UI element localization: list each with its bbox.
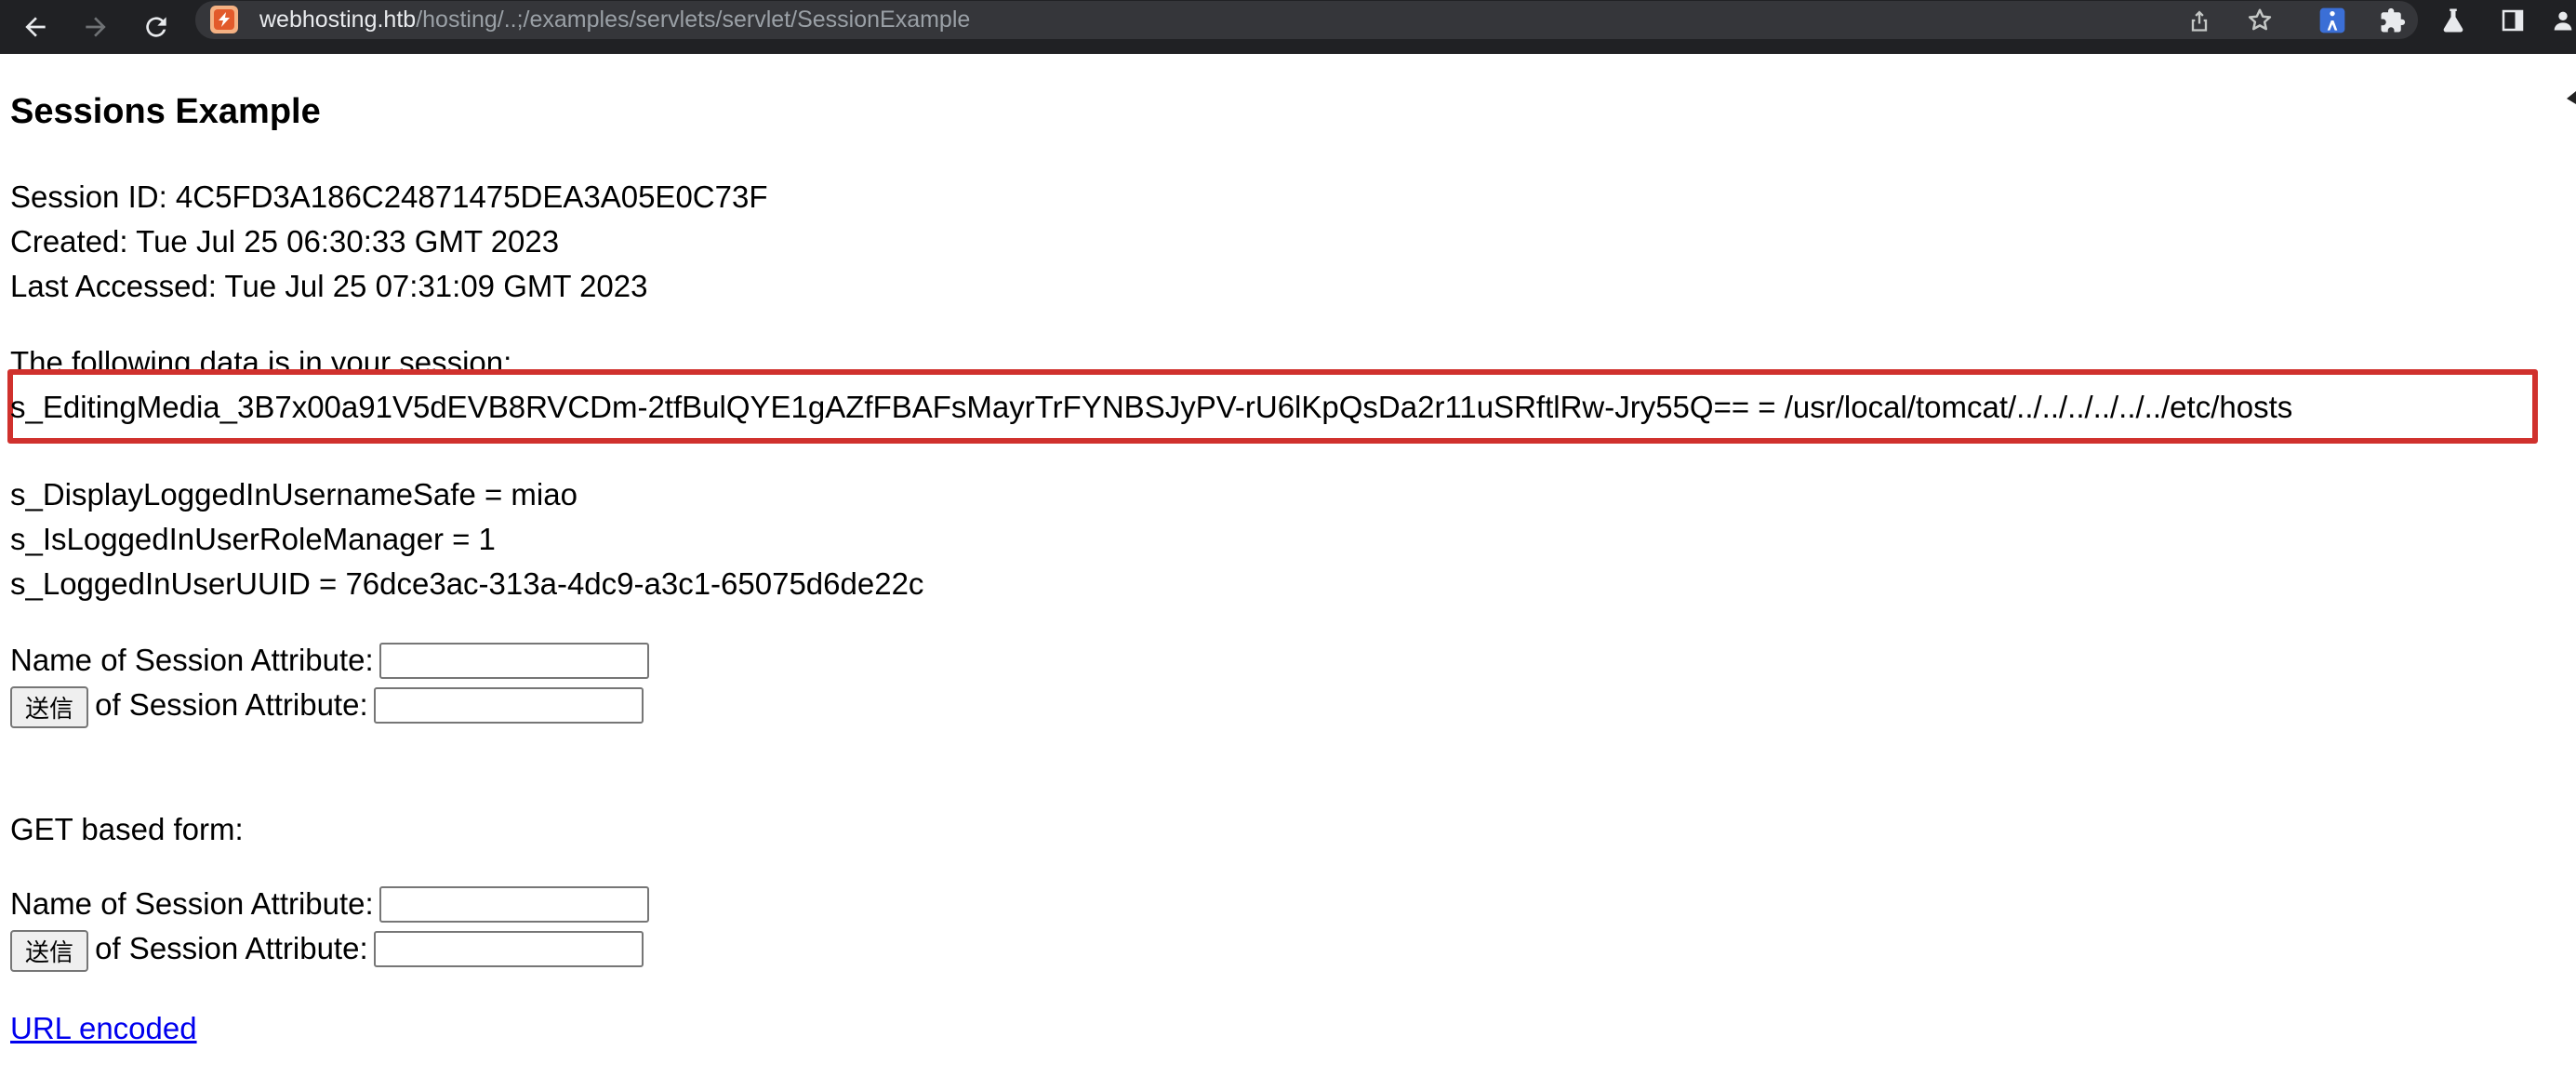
url-encoded-link[interactable]: URL encoded xyxy=(10,1006,197,1051)
highlighted-session-attribute: s_EditingMedia_3B7x00a91V5dEVB8RVCDm-2tf… xyxy=(10,390,2293,424)
get-value-row: Value of Session Attribute: xyxy=(10,926,644,971)
bookmark-star-icon[interactable] xyxy=(2241,2,2278,39)
site-favicon xyxy=(210,6,238,33)
post-name-label: Name of Session Attribute: xyxy=(10,643,374,677)
get-name-input[interactable] xyxy=(378,885,649,923)
address-url[interactable]: webhosting.htb/hosting/..;/examples/serv… xyxy=(259,5,970,34)
session-id-line: Session ID: 4C5FD3A186C24871475DEA3A05E0… xyxy=(10,179,768,214)
get-name-row: Name of Session Attribute: xyxy=(10,882,649,926)
session-attribute-row: s_LoggedInUserUUID = 76dce3ac-313a-4dc9-… xyxy=(10,566,924,601)
profile-icon[interactable] xyxy=(2550,2,2576,39)
share-icon[interactable] xyxy=(2181,2,2218,39)
post-submit-button[interactable]: 送信 xyxy=(10,686,88,728)
post-value-input[interactable] xyxy=(373,686,644,724)
session-attribute-row: s_IsLoggedInUserRoleManager = 1 xyxy=(10,522,496,556)
labs-flask-icon[interactable] xyxy=(2435,2,2472,39)
get-name-label: Name of Session Attribute: xyxy=(10,886,374,921)
back-arrow-icon[interactable] xyxy=(12,4,59,50)
extension-person-icon[interactable] xyxy=(2314,2,2351,39)
url-path: /hosting/..;/examples/servlets/servlet/S… xyxy=(416,7,971,33)
created-line: Created: Tue Jul 25 06:30:33 GMT 2023 xyxy=(10,224,560,259)
get-form-heading: GET based form: xyxy=(10,812,244,846)
session-attribute-row: s_DisplayLoggedInUsernameSafe = miao xyxy=(10,477,578,512)
side-panel-icon[interactable] xyxy=(2494,2,2531,39)
browser-toolbar: webhosting.htb/hosting/..;/examples/serv… xyxy=(0,0,2576,54)
post-name-input[interactable] xyxy=(378,642,649,679)
get-value-input[interactable] xyxy=(373,930,644,967)
forward-arrow-icon[interactable] xyxy=(73,4,119,50)
post-value-row: Value of Session Attribute: xyxy=(10,683,644,727)
edge-cursor-icon xyxy=(2563,91,2576,112)
extensions-puzzle-icon[interactable] xyxy=(2374,2,2411,39)
reload-icon[interactable] xyxy=(133,4,179,50)
last-accessed-line: Last Accessed: Tue Jul 25 07:31:09 GMT 2… xyxy=(10,269,648,303)
page-title: Sessions Example xyxy=(10,92,321,131)
post-name-row: Name of Session Attribute: xyxy=(10,638,649,683)
url-host: webhosting.htb xyxy=(259,7,417,33)
get-submit-button[interactable]: 送信 xyxy=(10,930,88,972)
